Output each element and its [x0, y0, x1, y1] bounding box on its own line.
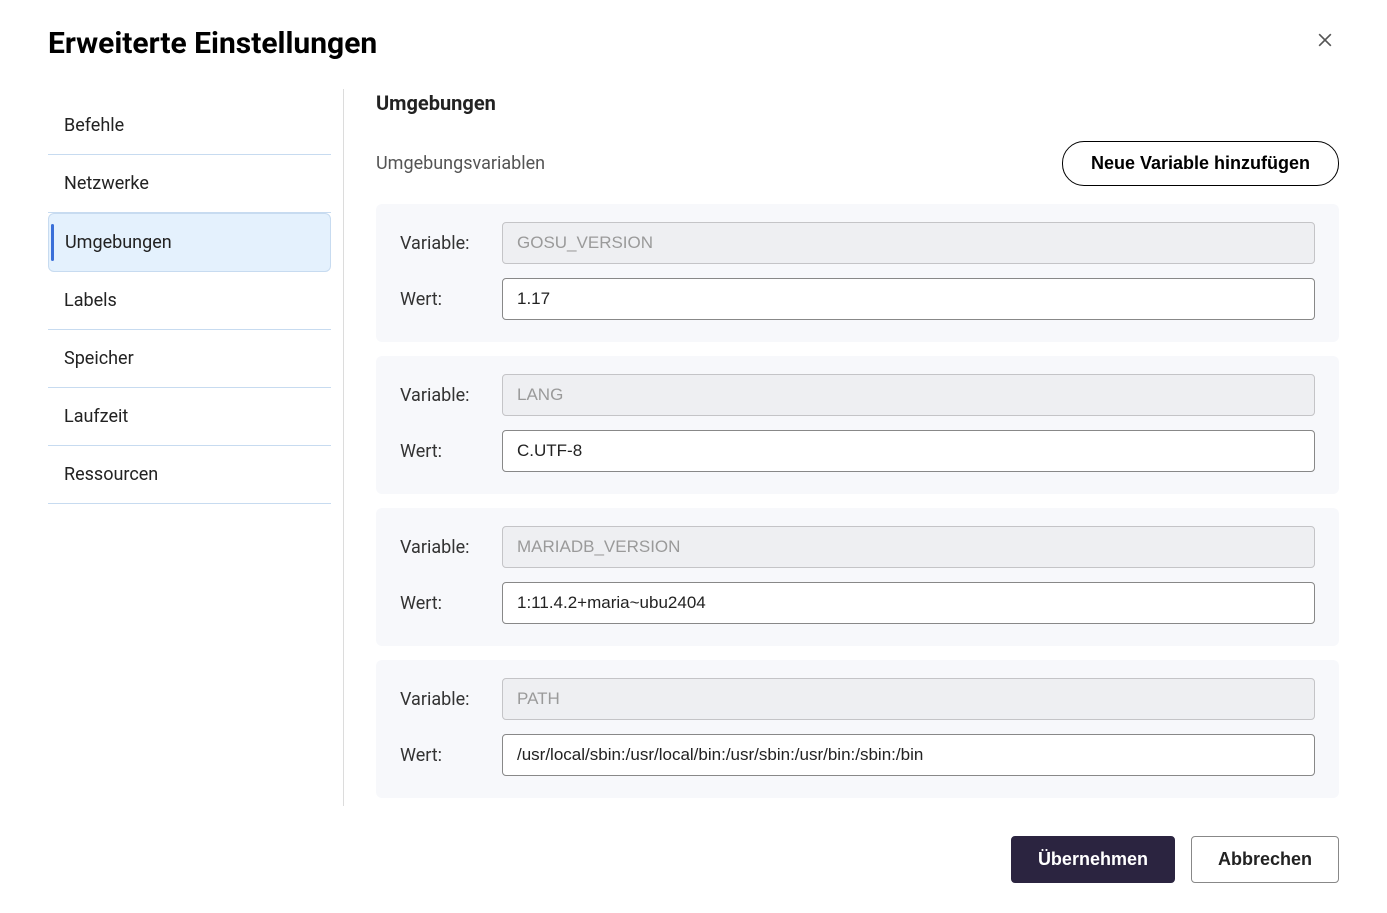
env-variable-row: Variable: [400, 374, 1315, 416]
env-value-row: Wert: [400, 430, 1315, 472]
main-panel: Umgebungen Umgebungsvariablen Neue Varia… [344, 89, 1339, 806]
env-value-label: Wert: [400, 593, 502, 614]
sidebar-item-storage[interactable]: Speicher [48, 330, 331, 388]
close-icon [1315, 30, 1335, 50]
env-variable-label: Variable: [400, 385, 502, 406]
dialog-title: Erweiterte Einstellungen [48, 26, 377, 61]
env-variable-input[interactable] [502, 374, 1315, 416]
sidebar-item-resources[interactable]: Ressourcen [48, 446, 331, 504]
advanced-settings-dialog: Erweiterte Einstellungen Befehle Netzwer… [0, 0, 1387, 913]
sidebar-item-environments[interactable]: Umgebungen [48, 213, 331, 272]
sidebar-item-runtime[interactable]: Laufzeit [48, 388, 331, 446]
env-block: Variable: Wert: [376, 204, 1339, 342]
sidebar-item-label: Ressourcen [64, 464, 158, 485]
sidebar-item-label: Labels [64, 290, 117, 311]
env-value-label: Wert: [400, 745, 502, 766]
sidebar-item-label: Speicher [64, 348, 134, 369]
env-value-input[interactable] [502, 582, 1315, 624]
env-variable-label: Variable: [400, 233, 502, 254]
env-block: Variable: Wert: [376, 508, 1339, 646]
sidebar-item-label: Netzwerke [64, 173, 149, 194]
sidebar-item-labels[interactable]: Labels [48, 272, 331, 330]
add-variable-button[interactable]: Neue Variable hinzufügen [1062, 141, 1339, 186]
env-value-input[interactable] [502, 278, 1315, 320]
env-value-row: Wert: [400, 734, 1315, 776]
env-variable-input[interactable] [502, 222, 1315, 264]
dialog-header: Erweiterte Einstellungen [48, 26, 1339, 61]
panel-title: Umgebungen [376, 91, 1339, 115]
env-value-row: Wert: [400, 278, 1315, 320]
sidebar-item-networks[interactable]: Netzwerke [48, 155, 331, 213]
env-variable-row: Variable: [400, 222, 1315, 264]
env-variable-input[interactable] [502, 526, 1315, 568]
close-button[interactable] [1311, 26, 1339, 54]
env-value-input[interactable] [502, 430, 1315, 472]
env-variable-row: Variable: [400, 526, 1315, 568]
sidebar-item-label: Befehle [64, 115, 124, 136]
env-section-subtitle: Umgebungsvariablen [376, 153, 545, 174]
env-variable-label: Variable: [400, 537, 502, 558]
env-variable-input[interactable] [502, 678, 1315, 720]
env-variable-label: Variable: [400, 689, 502, 710]
env-block: Variable: Wert: [376, 660, 1339, 798]
env-value-input[interactable] [502, 734, 1315, 776]
dialog-footer: Übernehmen Abbrechen [48, 806, 1339, 913]
env-value-label: Wert: [400, 441, 502, 462]
env-value-label: Wert: [400, 289, 502, 310]
env-variable-row: Variable: [400, 678, 1315, 720]
sidebar-item-commands[interactable]: Befehle [48, 97, 331, 155]
env-section-header: Umgebungsvariablen Neue Variable hinzufü… [376, 141, 1339, 186]
sidebar-item-label: Laufzeit [64, 406, 128, 427]
env-block: Variable: Wert: [376, 356, 1339, 494]
cancel-button[interactable]: Abbrechen [1191, 836, 1339, 883]
sidebar-item-label: Umgebungen [65, 232, 172, 253]
settings-sidebar: Befehle Netzwerke Umgebungen Labels Spei… [48, 89, 344, 806]
apply-button[interactable]: Übernehmen [1011, 836, 1175, 883]
dialog-body: Befehle Netzwerke Umgebungen Labels Spei… [48, 89, 1339, 806]
env-value-row: Wert: [400, 582, 1315, 624]
